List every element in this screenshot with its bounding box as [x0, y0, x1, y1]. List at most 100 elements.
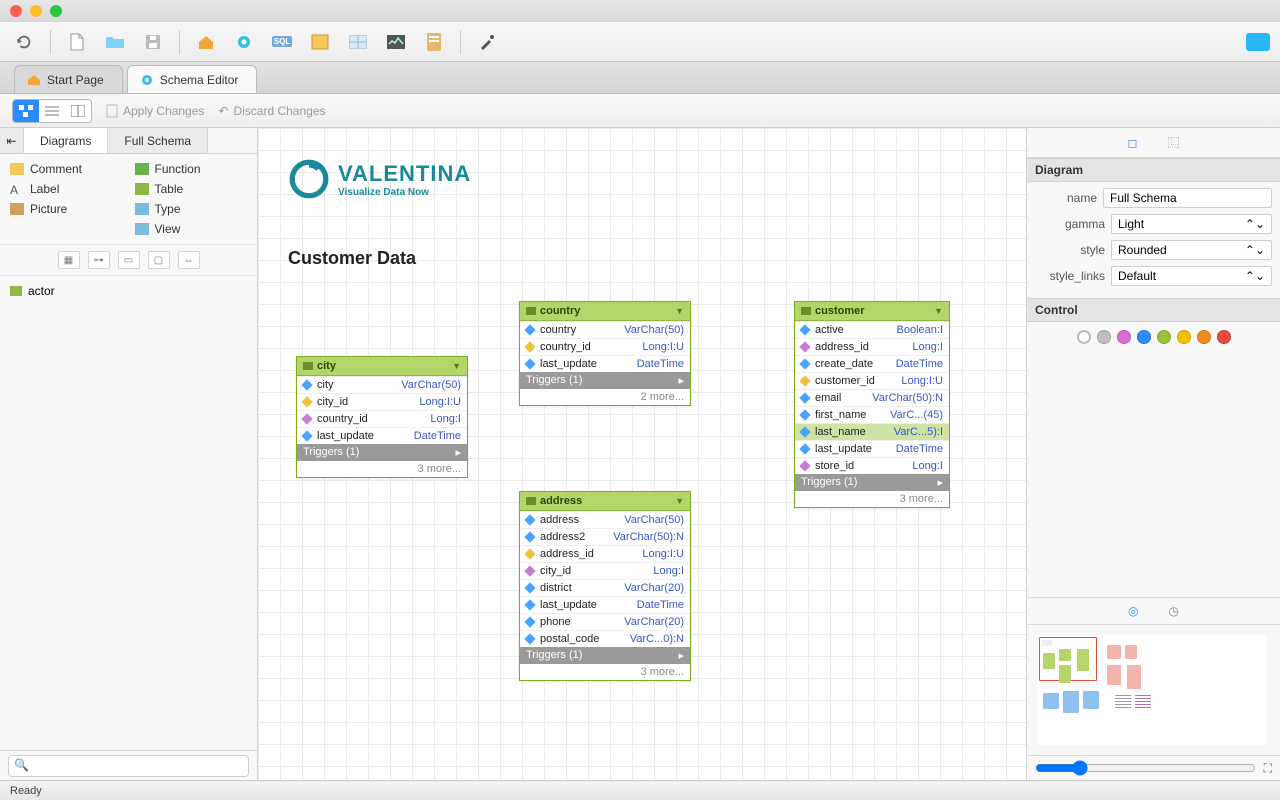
monitor-tool-button[interactable] [382, 28, 410, 56]
sidebar-collapse-button[interactable]: ⇤ [0, 128, 24, 153]
field-row[interactable]: last_updateDateTime [297, 427, 467, 444]
view-columns-button[interactable] [65, 100, 91, 122]
triggers-row[interactable]: Triggers (1)▸ [795, 474, 949, 491]
field-row[interactable]: address_idLong:I [795, 338, 949, 355]
tree-item-actor[interactable]: actor [10, 282, 247, 300]
style-links-select[interactable]: Default⌃⌄ [1111, 266, 1272, 286]
triggers-row[interactable]: Triggers (1)▸ [297, 444, 467, 461]
color-swatch[interactable] [1177, 330, 1191, 344]
view-list-button[interactable] [39, 100, 65, 122]
field-row[interactable]: last_nameVarC...5):I [795, 423, 949, 440]
more-row[interactable]: 3 more... [795, 491, 949, 507]
color-swatch[interactable] [1097, 330, 1111, 344]
field-row[interactable]: addressVarChar(50) [520, 511, 690, 528]
mini-table-button[interactable]: ▭ [118, 251, 140, 269]
palette-comment[interactable]: Comment [10, 162, 123, 176]
new-file-button[interactable] [63, 28, 91, 56]
sidebar-tab-fullschema[interactable]: Full Schema [108, 128, 208, 153]
palette-label[interactable]: ALabel [10, 182, 123, 196]
grid-tool-button[interactable] [344, 28, 372, 56]
color-swatch[interactable] [1157, 330, 1171, 344]
inspector-tab-page[interactable]: ◻ [1128, 136, 1138, 150]
field-row[interactable]: postal_codeVarC...0):N [520, 630, 690, 647]
field-row[interactable]: address2VarChar(50):N [520, 528, 690, 545]
tab-schema-editor[interactable]: Schema Editor [127, 65, 258, 93]
feedback-button[interactable] [1246, 33, 1270, 51]
palette-picture[interactable]: Picture [10, 202, 123, 216]
mini-link-button[interactable]: ⊶ [88, 251, 110, 269]
style-select[interactable]: Rounded⌃⌄ [1111, 240, 1272, 260]
gamma-select[interactable]: Light⌃⌄ [1111, 214, 1272, 234]
window-minimize-button[interactable] [30, 5, 42, 17]
field-row[interactable]: emailVarChar(50):N [795, 389, 949, 406]
field-row[interactable]: districtVarChar(20) [520, 579, 690, 596]
window-zoom-button[interactable] [50, 5, 62, 17]
reports-tool-button[interactable] [420, 28, 448, 56]
field-row[interactable]: activeBoolean:I [795, 321, 949, 338]
field-row[interactable]: first_nameVarC...(45) [795, 406, 949, 423]
field-icon [524, 565, 535, 576]
field-row[interactable]: last_updateDateTime [795, 440, 949, 457]
search-input[interactable] [8, 755, 249, 777]
palette-type[interactable]: Type [135, 202, 248, 216]
triggers-row[interactable]: Triggers (1)▸ [520, 647, 690, 664]
left-sidebar: ⇤ Diagrams Full Schema Comment Function … [0, 128, 258, 780]
color-picker-button[interactable] [473, 28, 501, 56]
field-icon [524, 582, 535, 593]
field-row[interactable]: countryVarChar(50) [520, 321, 690, 338]
field-row[interactable]: customer_idLong:I:U [795, 372, 949, 389]
field-row[interactable]: country_idLong:I:U [520, 338, 690, 355]
save-button[interactable] [139, 28, 167, 56]
palette-table[interactable]: Table [135, 182, 248, 196]
entity-address[interactable]: address▼addressVarChar(50)address2VarCha… [519, 491, 691, 681]
view-diagram-button[interactable] [13, 100, 39, 122]
sidebar-tab-diagrams[interactable]: Diagrams [24, 128, 108, 153]
palette-function[interactable]: Function [135, 162, 248, 176]
forms-tool-button[interactable] [306, 28, 334, 56]
field-row[interactable]: city_idLong:I:U [297, 393, 467, 410]
inspector-tab-objects[interactable]: ⿺ [1167, 134, 1179, 151]
home-button[interactable] [192, 28, 220, 56]
field-icon [524, 616, 535, 627]
mini-fit-button[interactable]: ▢ [148, 251, 170, 269]
color-swatch[interactable] [1197, 330, 1211, 344]
open-folder-button[interactable] [101, 28, 129, 56]
color-swatch[interactable] [1217, 330, 1231, 344]
more-row[interactable]: 2 more... [520, 389, 690, 405]
field-row[interactable]: address_idLong:I:U [520, 545, 690, 562]
mini-grid-button[interactable]: ▦ [58, 251, 80, 269]
color-swatch[interactable] [1117, 330, 1131, 344]
status-bar: Ready [0, 780, 1280, 800]
field-row[interactable]: store_idLong:I [795, 457, 949, 474]
field-row[interactable]: last_updateDateTime [520, 596, 690, 613]
more-row[interactable]: 3 more... [297, 461, 467, 477]
field-row[interactable]: city_idLong:I [520, 562, 690, 579]
undo-button[interactable] [10, 28, 38, 56]
navigator-tab[interactable]: ◎ [1128, 604, 1138, 618]
triggers-row[interactable]: Triggers (1)▸ [520, 372, 690, 389]
field-row[interactable]: create_dateDateTime [795, 355, 949, 372]
more-row[interactable]: 3 more... [520, 664, 690, 680]
field-row[interactable]: country_idLong:I [297, 410, 467, 427]
entity-city[interactable]: city▼cityVarChar(50)city_idLong:I:Ucount… [296, 356, 468, 478]
field-row[interactable]: cityVarChar(50) [297, 376, 467, 393]
palette-view[interactable]: View [135, 222, 248, 236]
schema-tool-button[interactable] [230, 28, 258, 56]
field-icon [524, 531, 535, 542]
entity-customer[interactable]: customer▼activeBoolean:Iaddress_idLong:I… [794, 301, 950, 508]
tab-start-page[interactable]: Start Page [14, 65, 123, 93]
diagram-canvas[interactable]: VALENTINAVisualize Data Now Customer Dat… [258, 128, 1026, 780]
zoom-slider[interactable] [1035, 760, 1256, 776]
mini-align-button[interactable]: ⇔ [178, 251, 200, 269]
color-swatch[interactable] [1137, 330, 1151, 344]
field-row[interactable]: phoneVarChar(20) [520, 613, 690, 630]
history-tab[interactable]: ◷ [1169, 604, 1179, 618]
field-row[interactable]: last_updateDateTime [520, 355, 690, 372]
diagram-name-input[interactable] [1103, 188, 1272, 208]
entity-country[interactable]: country▼countryVarChar(50)country_idLong… [519, 301, 691, 406]
window-close-button[interactable] [10, 5, 22, 17]
sql-tool-button[interactable]: SQL [268, 28, 296, 56]
minimap[interactable] [1027, 625, 1280, 755]
fit-button[interactable]: ⛶ [1264, 761, 1272, 776]
color-swatch[interactable] [1077, 330, 1091, 344]
